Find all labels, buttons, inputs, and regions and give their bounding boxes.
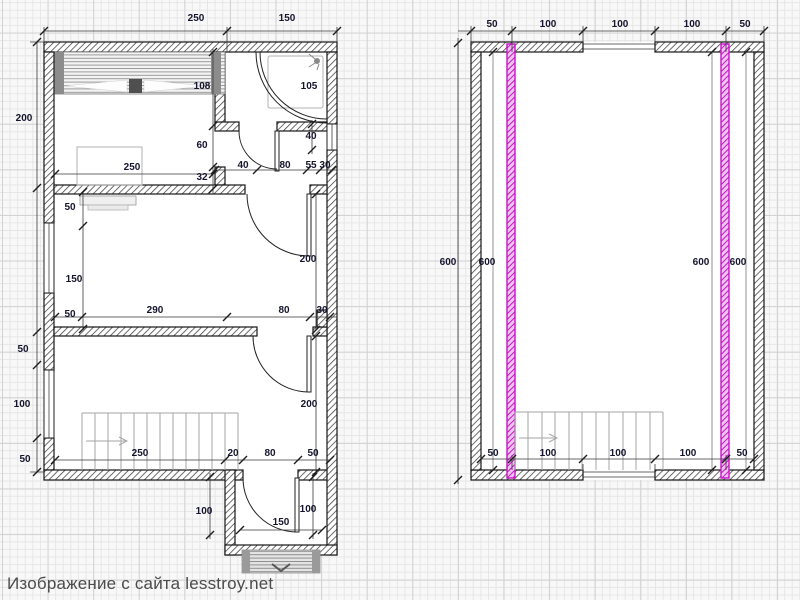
dimension-label: 100 [300, 504, 317, 515]
dimension-label: 80 [278, 305, 290, 316]
dimension-label: 250 [188, 13, 205, 24]
dimension-label: 100 [196, 506, 213, 517]
dimension-label: 150 [66, 274, 83, 285]
dimension-label: 30 [319, 160, 331, 171]
dimension-label: 80 [264, 448, 276, 459]
dimension-label: 40 [305, 131, 317, 142]
dimension-label: 32 [196, 172, 208, 183]
dimension-label: 50 [736, 448, 748, 459]
dimension-label: 100 [540, 448, 557, 459]
dimension-label: 250 [132, 448, 149, 459]
dimension-label: 100 [684, 19, 701, 30]
dimension-label: 100 [612, 19, 629, 30]
porch [242, 550, 320, 573]
dimension-label: 100 [610, 448, 627, 459]
dimension-label: 50 [486, 19, 498, 30]
dimension-label: 100 [680, 448, 697, 459]
dimension-label: 250 [124, 162, 141, 173]
dimension-label: 20 [227, 448, 239, 459]
dimension-label: 50 [17, 344, 29, 355]
dimension-label: 600 [693, 257, 710, 268]
dimension-label: 50 [64, 202, 76, 213]
dimension-label: 200 [301, 399, 318, 410]
dimension-label: 600 [440, 257, 457, 268]
dimension-label: 50 [19, 454, 31, 465]
dimension-label: 60 [196, 140, 208, 151]
dimension-label: 600 [479, 257, 496, 268]
dimension-label: 150 [279, 13, 296, 24]
dimension-label: 105 [301, 81, 318, 92]
accent-partition [721, 44, 729, 478]
dimension-label: 50 [739, 19, 751, 30]
dimension-label: 108 [194, 81, 211, 92]
dimension-label: 100 [540, 19, 557, 30]
window [44, 370, 54, 438]
dimension-label: 55 [305, 160, 317, 171]
dimension-label: 200 [300, 254, 317, 265]
dimension-label: 40 [237, 160, 249, 171]
dimension-label: 50 [307, 448, 319, 459]
dimension-label: 50 [64, 309, 76, 320]
right-floor-plan: 50 100 100 100 50 600 600 600 600 50 100 100 100 50 [440, 19, 768, 484]
dimension-label: 290 [147, 305, 164, 316]
dimension-label: 600 [730, 257, 747, 268]
left-floor-plan: 2501502001081056025032408055304050150200… [14, 13, 341, 573]
accent-partition [507, 44, 515, 478]
sink [80, 196, 136, 210]
dimension-label: 80 [279, 160, 291, 171]
watermark: Изображение с сайта lesstroy.net [7, 574, 273, 594]
dimension-label: 150 [273, 517, 290, 528]
window [327, 124, 337, 150]
dimension-label: 200 [16, 113, 33, 124]
floor-plan-drawing: 2501502001081056025032408055304050150200… [0, 0, 800, 600]
dimension-label: 30 [316, 305, 328, 316]
window [44, 223, 54, 293]
dimension-label: 50 [487, 448, 499, 459]
dimension-label: 100 [14, 399, 31, 410]
vestibule-floor [225, 470, 337, 555]
